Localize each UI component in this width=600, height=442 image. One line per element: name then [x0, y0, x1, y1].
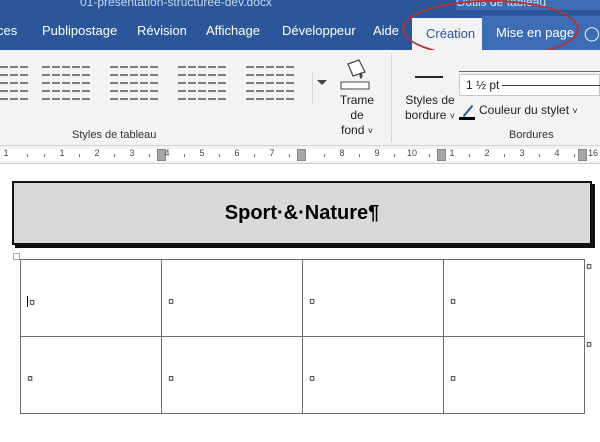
column-marker[interactable] [297, 149, 306, 161]
border-styles-dropdown-icon: ˅ [449, 111, 455, 121]
table-style-thumb-5[interactable] [246, 62, 296, 100]
ruler-label: 10 [406, 148, 418, 158]
cell-mark: ¤ [168, 373, 175, 385]
table-cell[interactable]: ¤ [443, 336, 585, 414]
lightbulb-icon[interactable]: ◯ [584, 22, 600, 44]
ruler-label: 3 [519, 148, 525, 158]
table-style-thumb-1[interactable] [0, 62, 30, 100]
row-end-mark: ¤ [586, 339, 593, 351]
table-cell[interactable]: ¤ [302, 336, 444, 414]
ruler-label: 9 [374, 148, 380, 158]
cell-mark: ¤ [29, 297, 36, 309]
pen-weight-line [502, 85, 600, 86]
table-cell[interactable]: ¤ [302, 259, 444, 337]
pen-color-button[interactable]: Couleur du stylet ˅ [459, 100, 578, 120]
tab-developer[interactable]: Développeur [282, 20, 356, 42]
pen-weight-select[interactable]: 1 ½ pt [459, 74, 600, 96]
table-styles-group-label: Styles de tableau [72, 129, 157, 141]
document-table[interactable]: ¤ ¤ ¤ ¤ ¤ ¤ ¤ ¤ [20, 259, 585, 414]
ribbon-body: Trame de fond ˅ Styles de tableau Styles… [0, 50, 600, 146]
table-row: ¤ ¤ ¤ ¤ [20, 336, 585, 414]
table-cell[interactable]: ¤ [20, 336, 162, 414]
pen-style-select[interactable] [459, 56, 600, 72]
shading-label-2: fond [341, 123, 365, 137]
document-name: 01-presentation-structuree-dev.docx [80, 0, 272, 9]
border-styles-icon[interactable] [414, 60, 444, 94]
table-move-handle[interactable] [13, 253, 20, 260]
pen-weight-value: 1 ½ pt [466, 78, 500, 92]
table-row: ¤ ¤ ¤ ¤ [20, 259, 585, 337]
borders-group-label: Bordures [509, 129, 554, 141]
text-cursor [27, 296, 28, 307]
border-styles-button[interactable]: Styles de bordure ˅ [402, 93, 458, 124]
group-divider [391, 54, 392, 142]
table-style-thumb-3[interactable] [110, 62, 160, 100]
cell-mark: ¤ [450, 296, 457, 308]
tab-help[interactable]: Aide [373, 20, 399, 42]
ruler-label: 7 [269, 148, 275, 158]
pen-icon [459, 103, 475, 120]
ruler-label: 4 [554, 148, 560, 158]
document-canvas[interactable]: Sport·&·Nature¶ ¤ ¤ ¤ ¤ ¤ ¤ ¤ ¤ ¤ ¤ [0, 165, 600, 442]
table-style-thumb-4[interactable] [178, 62, 228, 100]
table-cell[interactable]: ¤ [161, 336, 303, 414]
tab-view[interactable]: Affichage [206, 20, 260, 42]
shading-button[interactable]: Trame de fond ˅ [333, 93, 381, 139]
pen-color-label: Couleur du stylet [479, 103, 570, 117]
paint-bucket-icon[interactable] [339, 58, 371, 92]
column-marker[interactable] [437, 149, 446, 161]
tab-review[interactable]: Révision [137, 20, 187, 42]
ruler-label: 1 [449, 148, 455, 158]
cell-mark: ¤ [27, 373, 34, 385]
gallery-more-button[interactable] [312, 72, 330, 104]
shading-label-1: Trame de [339, 93, 375, 122]
table-style-thumb-2[interactable] [42, 62, 92, 100]
column-marker[interactable] [578, 149, 587, 161]
title-box[interactable]: Sport·&·Nature¶ [12, 181, 592, 245]
table-cell[interactable]: ¤ [443, 259, 585, 337]
tab-references[interactable]: ces [0, 20, 17, 42]
document-title: Sport·&·Nature¶ [224, 202, 380, 224]
ruler-label: 1 [59, 148, 65, 158]
ruler-label: 2 [94, 148, 100, 158]
pen-color-dropdown-icon: ˅ [572, 106, 578, 116]
cell-mark: ¤ [450, 373, 457, 385]
ruler-label: 8 [339, 148, 345, 158]
tab-mailings[interactable]: Publipostage [42, 20, 117, 42]
chevron-down-icon [317, 80, 327, 85]
ruler-label: 1 [3, 148, 9, 158]
border-styles-label-1: Styles de [405, 93, 455, 107]
ruler-label: 6 [234, 148, 240, 158]
ruler-label: 5 [199, 148, 205, 158]
horizontal-ruler[interactable]: 1 1 2 3 4 5 6 7 8 9 10 1 2 3 4 16 [0, 146, 600, 164]
table-cell[interactable]: ¤ [20, 259, 162, 337]
shading-dropdown-icon: ˅ [367, 126, 373, 136]
ruler-label: 16 [587, 148, 599, 158]
row-end-mark: ¤ [586, 261, 593, 273]
ruler-label: 4 [164, 148, 170, 158]
table-cell[interactable]: ¤ [161, 259, 303, 337]
cell-mark: ¤ [309, 296, 316, 308]
border-styles-label-2: bordure [405, 108, 447, 122]
ruler-label: 3 [129, 148, 135, 158]
ruler-label: 2 [484, 148, 490, 158]
cell-mark: ¤ [309, 373, 316, 385]
cell-mark: ¤ [168, 296, 175, 308]
